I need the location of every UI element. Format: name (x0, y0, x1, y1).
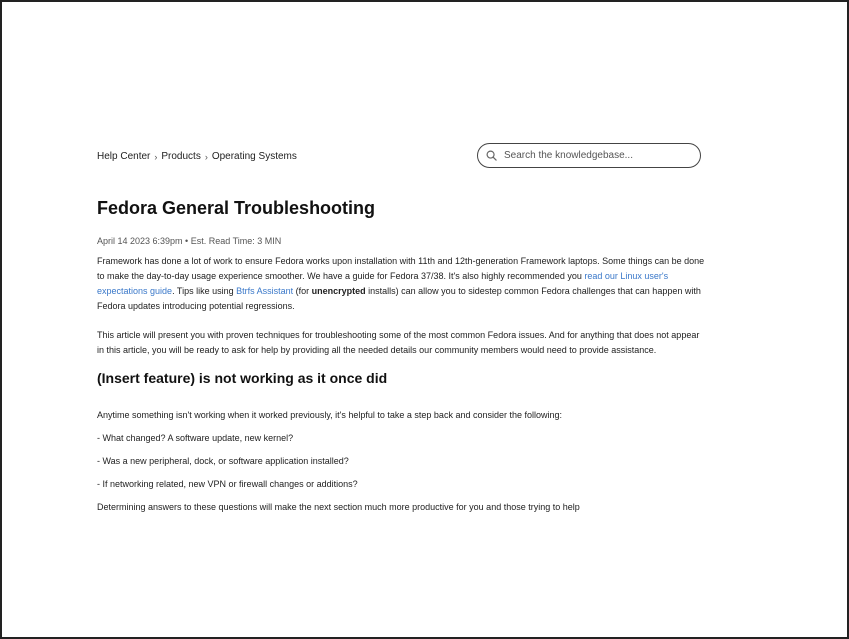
section-heading: (Insert feature) is not working as it on… (97, 370, 388, 386)
search-icon (486, 150, 497, 161)
intro-text: . Tips like using (172, 286, 237, 296)
breadcrumb-help-center[interactable]: Help Center (97, 151, 150, 162)
list-item: - What changed? A software update, new k… (97, 433, 294, 443)
page-frame: Help Center › Products › Operating Syste… (0, 0, 849, 639)
intro-paragraph: Framework has done a lot of work to ensu… (97, 254, 707, 314)
breadcrumb-separator: › (154, 151, 158, 162)
breadcrumb-separator: › (204, 151, 208, 162)
list-intro: Anytime something isn't working when it … (97, 410, 563, 420)
list-item: - If networking related, new VPN or fire… (97, 479, 358, 489)
article-meta: April 14 2023 6:39pm • Est. Read Time: 3… (97, 236, 282, 246)
intro-text: (for (293, 286, 312, 296)
search-input[interactable] (502, 149, 696, 162)
page-title: Fedora General Troubleshooting (97, 198, 376, 218)
breadcrumb-operating-systems[interactable]: Operating Systems (212, 151, 297, 162)
article-body: Framework has done a lot of work to ensu… (97, 254, 707, 515)
btrfs-assistant-link[interactable]: Btrfs Assistant (236, 286, 293, 296)
closing-paragraph: Determining answers to these questions w… (97, 502, 580, 512)
breadcrumb-products[interactable]: Products (161, 151, 200, 162)
search-box[interactable] (477, 143, 701, 168)
breadcrumb: Help Center › Products › Operating Syste… (97, 151, 297, 162)
list-item: - Was a new peripheral, dock, or softwar… (97, 456, 349, 466)
article-paragraph: This article will present you with prove… (97, 330, 700, 355)
unencrypted-bold: unencrypted (311, 286, 366, 296)
